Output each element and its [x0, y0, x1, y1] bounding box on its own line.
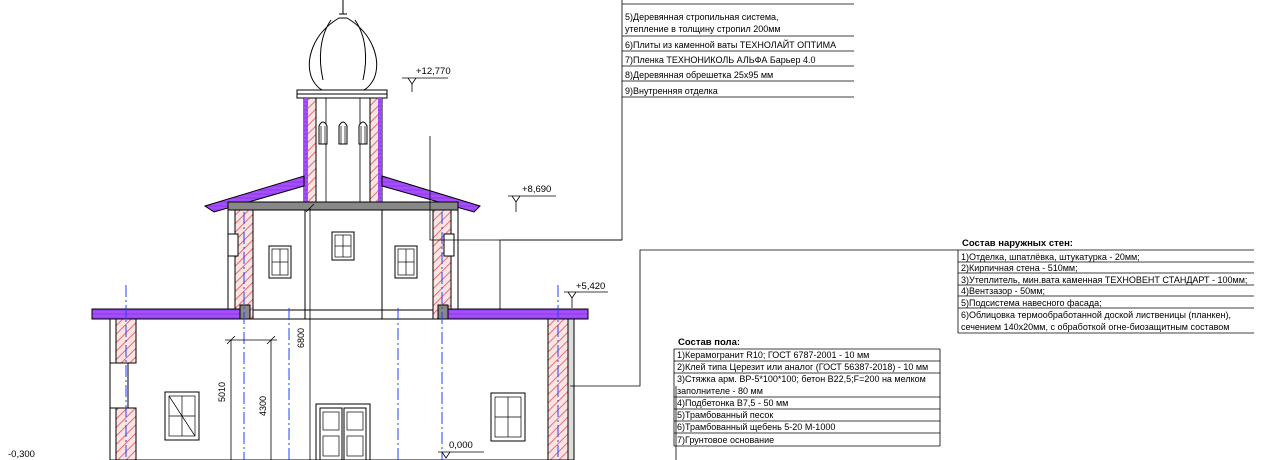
walls-spec-row: 5)Подсистема навесного фасада;: [961, 298, 1102, 308]
floor-spec-row: 5)Трамбованный песок: [677, 410, 773, 420]
walls-spec-row: 6)Облицовка термообработанной доской лис…: [961, 310, 1231, 320]
dome: [296, 0, 388, 99]
dimension-4300: 4300: [258, 396, 268, 416]
floor-spec-row: 1)Керамогранит R10; ГОСТ 6787-2001 - 10 …: [677, 350, 869, 360]
roof-spec-row: 9)Внутренняя отделка: [625, 86, 718, 96]
elevation-0000: 0,000: [449, 440, 473, 451]
lower-tier: [109, 318, 575, 460]
walls-spec-row: 2)Кирпичная стена - 510мм;: [961, 263, 1078, 273]
roof-spec-row: 7)Пленка ТЕХНОНИКОЛЬ АЛЬФА Барьер 4.0: [625, 55, 815, 65]
floor-spec-table: Состав пола: 1)Керамогранит R10; ГОСТ 67…: [673, 337, 941, 447]
elevation-5420: +5,420: [576, 281, 605, 292]
floor-spec-row: 2)Клей типа Церезит или аналог (ГОСТ 563…: [677, 362, 928, 372]
section-drawing: 6800 5010 4300 +12,770 +8,690 +5,420 0,0…: [8, 0, 1254, 460]
floor-spec-title: Состав пола:: [678, 337, 740, 348]
floor-spec-row: 4)Подбетонка В7,5 - 50 мм: [677, 398, 788, 408]
elevation-minus-0300: -0,300: [8, 449, 35, 460]
roof-spec-row: утепление в толщину стропил 200мм: [625, 24, 781, 34]
walls-spec-row: 1)Отделка, шпатлёвка, штукатурка - 20мм;: [961, 252, 1140, 262]
roof-spec-table: 5)Деревянная стропильная система, утепле…: [622, 3, 854, 98]
walls-spec-table: Состав наружных стен: 1)Отделка, шпатлёв…: [957, 238, 1254, 334]
walls-spec-row: 3)Утеплитель, мин.вата каменная ТЕХНОВЕН…: [961, 275, 1247, 285]
roof-spec-row: 8)Деревянная обрешетка 25х95 мм: [625, 70, 773, 80]
walls-spec-title: Состав наружных стен:: [962, 238, 1073, 249]
elevation-8690: +8,690: [522, 184, 551, 195]
floor-spec-row: 6)Трамбованный щебень 5-20 М-1000: [677, 422, 835, 432]
entrance-door: [315, 403, 371, 460]
floor-spec-row: 7)Грунтовое основание: [677, 435, 774, 445]
walls-spec-row: сечением 140х20мм, с обработкой огне-био…: [961, 322, 1230, 332]
drum: [303, 97, 383, 205]
elevation-12770: +12,770: [416, 66, 451, 77]
walls-spec-row: 4)Вентзазор - 50мм;: [961, 286, 1045, 296]
roof-spec-row: 6)Плиты из каменной ваты ТЕХНОЛАЙТ ОПТИМ…: [625, 39, 836, 50]
floor-spec-row: 3)Стяжка арм. ВР-5*100*100; бетон В22,5;…: [677, 374, 926, 384]
floor-spec-row: заполнителе - 80 мм: [677, 386, 763, 396]
dimension-6800: 6800: [296, 328, 306, 348]
dimension-5010: 5010: [217, 382, 227, 402]
roof-spec-row: 5)Деревянная стропильная система,: [625, 12, 779, 22]
